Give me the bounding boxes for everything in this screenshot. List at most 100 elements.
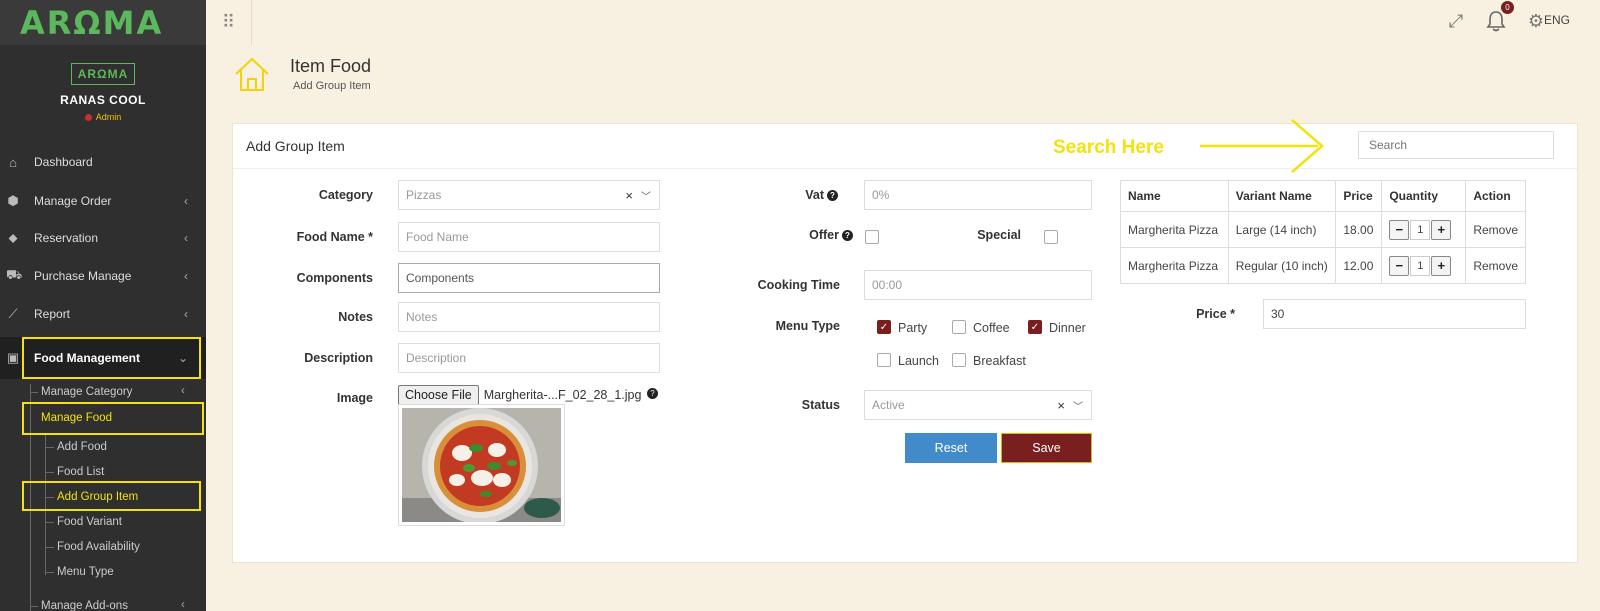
reset-button[interactable]: Reset — [905, 433, 997, 463]
fullscreen-icon[interactable]: ⤢ — [1441, 6, 1471, 36]
help-icon[interactable]: ? — [827, 190, 838, 202]
menu-type-label: Menu Type — [775, 319, 840, 333]
menu-type-launch-checkbox[interactable] — [877, 353, 891, 367]
chevron-left-icon: ‹ — [184, 231, 188, 245]
hexagon-icon: ⬢ — [7, 193, 19, 208]
file-name: Margherita-...F_02_28_1.jpg — [483, 388, 642, 402]
user-name: RANAS COOL — [60, 93, 146, 107]
topbar: ⠿ ⤢ 0 ⚙ ENG — [206, 0, 1600, 45]
notes-input[interactable]: Notes — [398, 302, 660, 332]
page-title: Item Food — [290, 56, 372, 76]
food-image-preview — [398, 404, 565, 526]
quantity-input[interactable]: 1 — [1410, 219, 1431, 240]
search-input[interactable] — [1358, 131, 1554, 159]
price-label: Price * — [1196, 307, 1235, 321]
sidebar-item-purchase-manage[interactable]: ⛟ Purchase Manage ‹ — [0, 257, 206, 295]
logo-bar: ARΩMA — [0, 0, 206, 45]
column-header-action: Action — [1465, 180, 1526, 212]
special-checkbox[interactable] — [1044, 230, 1058, 244]
table-row: Margherita Pizza Large (14 inch) 18.00 −… — [1120, 211, 1526, 248]
cooking-time-input[interactable]: 00:00 — [864, 270, 1092, 300]
apps-grid-icon[interactable]: ⠿ — [206, 0, 252, 45]
status-dot-icon — [84, 114, 92, 122]
special-label: Special — [977, 228, 1021, 242]
menu-type-dinner-checkbox[interactable]: ✓ — [1028, 320, 1042, 334]
sidebar-item-manage-order[interactable]: ⬢ Manage Order ‹ — [0, 182, 206, 220]
sidebar-subitem-menu-type[interactable]: Menu Type — [57, 566, 114, 578]
brand-logo[interactable]: ARΩMA — [20, 4, 163, 42]
choose-file-button[interactable]: Choose File — [398, 385, 479, 405]
file-upload: Choose File Margherita-...F_02_28_1.jpg — [398, 385, 641, 405]
notification-badge: 0 — [1501, 1, 1514, 14]
tag-icon: ⬥ — [8, 230, 18, 245]
chevron-down-icon: ﹀ — [641, 191, 651, 203]
sidebar-subitem-add-group-item[interactable]: Add Group Item — [57, 491, 138, 503]
help-icon[interactable]: ? — [647, 388, 658, 399]
sidebar-subitem-add-food[interactable]: Add Food — [57, 441, 107, 453]
chevron-down-icon: ﹀ — [1073, 401, 1083, 413]
save-button[interactable]: Save — [1001, 433, 1092, 463]
remove-link[interactable]: Remove — [1465, 211, 1526, 248]
sidebar-subitem-manage-addons[interactable]: Manage Add-ons — [41, 600, 128, 611]
sidebar-subitem-food-variant[interactable]: Food Variant — [57, 516, 122, 528]
menu-type-party-checkbox[interactable]: ✓ — [877, 320, 891, 334]
status-label: Status — [801, 398, 840, 412]
chart-line-icon: ⟋ — [8, 306, 18, 321]
tree-line — [45, 447, 54, 448]
minus-icon[interactable]: − — [1389, 219, 1410, 240]
food-name-label: Food Name * — [296, 230, 373, 244]
description-input[interactable]: Description — [398, 343, 660, 373]
status-select[interactable]: Active × ﹀ — [864, 390, 1092, 420]
clear-icon[interactable]: × — [625, 188, 633, 203]
category-select[interactable]: Pizzas × ﹀ — [398, 180, 660, 210]
menu-type-party-label: Party — [898, 321, 928, 335]
sidebar-item-report[interactable]: ⟋ Report ‹ — [0, 295, 206, 333]
column-header-price: Price — [1335, 180, 1383, 212]
tree-line — [30, 392, 38, 393]
arrow-right-icon — [1200, 119, 1324, 173]
tree-line — [30, 606, 38, 607]
food-name-input[interactable]: Food Name — [398, 222, 660, 252]
tree-line — [45, 522, 54, 523]
chevron-left-icon: ‹ — [184, 307, 188, 321]
clear-icon[interactable]: × — [1057, 398, 1065, 413]
table-row: Margherita Pizza Regular (10 inch) 12.00… — [1120, 247, 1526, 284]
offer-checkbox[interactable] — [865, 230, 879, 244]
sidebar-subitem-manage-category[interactable]: Manage Category — [41, 386, 132, 398]
price-input[interactable]: 30 — [1263, 299, 1526, 329]
cart-icon: ⛟ — [6, 267, 23, 282]
vat-input[interactable]: 0% — [864, 180, 1092, 210]
highlight-box — [22, 337, 201, 379]
quantity-input[interactable]: 1 — [1410, 255, 1431, 276]
sidebar-subitem-food-list[interactable]: Food List — [57, 466, 104, 478]
menu-type-dinner-label: Dinner — [1049, 321, 1086, 335]
minus-icon[interactable]: − — [1389, 255, 1410, 276]
plus-icon[interactable]: + — [1431, 255, 1452, 276]
remove-link[interactable]: Remove — [1465, 247, 1526, 284]
column-header-quantity: Quantity — [1381, 180, 1467, 212]
components-input[interactable]: Components — [398, 263, 660, 293]
card-title: Add Group Item — [246, 138, 345, 154]
breadcrumb: Add Group Item — [293, 80, 371, 92]
menu-type-coffee-checkbox[interactable] — [952, 320, 966, 334]
sidebar-item-reservation[interactable]: ⬥ Reservation ‹ — [0, 219, 206, 257]
item-price: 18.00 — [1335, 211, 1383, 248]
bell-icon[interactable]: 0 — [1481, 1, 1514, 36]
offer-label: Offer? — [753, 228, 853, 242]
tree-line — [45, 572, 54, 573]
user-profile: ARΩMA RANAS COOL Admin — [0, 45, 206, 155]
tree-line — [45, 472, 54, 473]
add-group-item-card: Add Group Item Search Here Category Pizz… — [232, 119, 1578, 563]
item-price: 12.00 — [1335, 247, 1383, 284]
sidebar-subitem-manage-food[interactable]: Manage Food — [41, 412, 112, 424]
components-label: Components — [296, 271, 373, 285]
plus-icon[interactable]: + — [1431, 219, 1452, 240]
notes-label: Notes — [338, 310, 373, 324]
help-icon[interactable]: ? — [842, 230, 853, 242]
sidebar-subitem-food-availability[interactable]: Food Availability — [57, 541, 140, 553]
group-items-table: Name Variant Name Price Quantity Action … — [1120, 180, 1526, 284]
sidebar-item-dashboard[interactable]: ⌂ Dashboard — [0, 143, 206, 181]
language-selector[interactable]: ENG — [1544, 13, 1570, 27]
menu-type-breakfast-checkbox[interactable] — [952, 353, 966, 367]
column-header-name: Name — [1120, 180, 1229, 212]
